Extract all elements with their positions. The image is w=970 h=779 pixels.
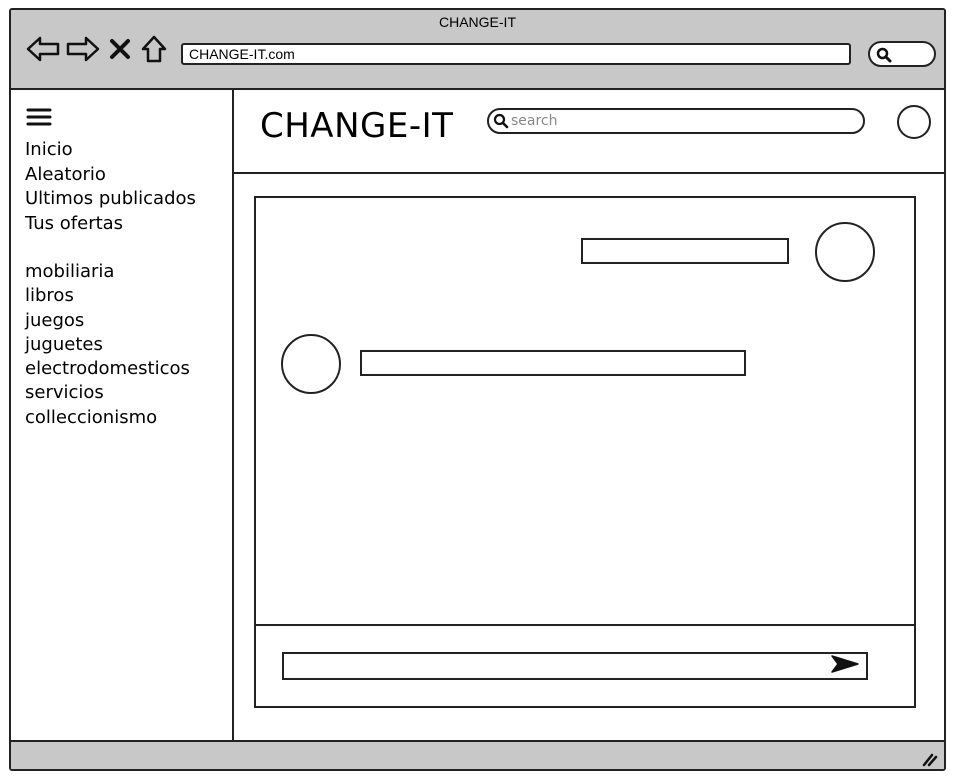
sidebar-nav: Inicio Aleatorio Ultimos publicados Tus … [25,138,196,236]
sidebar-item-ultimos-publicados[interactable]: Ultimos publicados [25,187,196,212]
message-list [256,198,914,626]
window-title: CHANGE-IT [439,14,516,30]
browser-window: CHANGE-IT CHANGE-IT.com Inicio Aleatorio… [9,8,946,771]
sidebar-item-aleatorio[interactable]: Aleatorio [25,163,196,188]
hamburger-icon[interactable] [26,106,52,128]
message-avatar [281,334,341,394]
address-bar[interactable]: CHANGE-IT.com [181,43,851,65]
category-juguetes[interactable]: juguetes [25,333,190,357]
brand-logo[interactable]: CHANGE-IT [260,106,453,146]
forward-arrow-icon[interactable] [63,34,103,64]
browser-search-button[interactable] [868,41,936,67]
sidebar-item-tus-ofertas[interactable]: Tus ofertas [25,212,196,237]
category-mobiliaria[interactable]: mobiliaria [25,260,190,284]
user-avatar[interactable] [897,105,931,139]
category-colleccionismo[interactable]: colleccionismo [25,406,190,430]
sidebar-item-inicio[interactable]: Inicio [25,138,196,163]
browser-statusbar [11,740,944,769]
back-arrow-icon[interactable] [23,34,63,64]
sidebar: Inicio Aleatorio Ultimos publicados Tus … [11,90,234,740]
category-juegos[interactable]: juegos [25,309,190,333]
search-icon [876,47,892,67]
chat-panel [254,196,916,708]
page-header: CHANGE-IT [234,90,944,174]
message-composer [282,652,868,680]
send-button[interactable] [828,655,862,677]
send-icon [830,654,860,678]
message-input[interactable] [290,656,820,676]
category-servicios[interactable]: servicios [25,381,190,405]
search-input[interactable] [511,111,851,131]
browser-nav-controls [23,34,171,64]
search-box[interactable] [487,108,865,134]
home-icon[interactable] [137,34,171,64]
message-bubble [360,350,746,376]
search-icon [493,113,509,133]
category-electrodomesticos[interactable]: electrodomesticos [25,357,190,381]
resize-grip-icon[interactable] [920,751,938,767]
sidebar-categories: mobiliaria libros juegos juguetes electr… [25,260,190,430]
browser-titlebar: CHANGE-IT CHANGE-IT.com [11,10,944,90]
message-avatar [815,222,875,282]
category-libros[interactable]: libros [25,284,190,308]
message-bubble [581,238,789,264]
close-icon[interactable] [103,34,137,64]
